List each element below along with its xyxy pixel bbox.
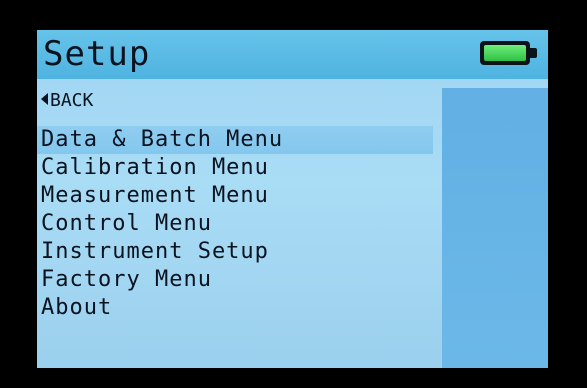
left-triangle-icon [41, 93, 48, 105]
menu-item-label: Factory Menu [41, 267, 212, 292]
menu-item-data-batch[interactable]: Data & Batch Menu [37, 126, 433, 154]
setup-menu: Data & Batch Menu Calibration Menu Measu… [37, 126, 442, 322]
battery-cap [530, 48, 537, 58]
menu-item-factory[interactable]: Factory Menu [37, 266, 442, 294]
side-panel [442, 88, 548, 368]
menu-item-label: Calibration Menu [41, 155, 269, 180]
menu-item-label: Control Menu [41, 211, 212, 236]
lcd-screen: Setup BACK Data & Batch Menu Calibration… [37, 30, 548, 368]
menu-item-about[interactable]: About [37, 294, 442, 322]
menu-item-label: About [41, 295, 113, 320]
device-frame: Setup BACK Data & Batch Menu Calibration… [0, 0, 587, 388]
battery-full-icon [480, 41, 538, 65]
menu-item-measurement[interactable]: Measurement Menu [37, 182, 442, 210]
back-label: BACK [50, 90, 94, 111]
menu-item-control[interactable]: Control Menu [37, 210, 442, 238]
menu-item-label: Data & Batch Menu [41, 127, 284, 152]
back-button[interactable]: BACK [41, 90, 93, 112]
menu-item-calibration[interactable]: Calibration Menu [37, 154, 442, 182]
screen-title: Setup [43, 34, 151, 74]
menu-item-label: Measurement Menu [41, 183, 269, 208]
title-bar: Setup [37, 30, 548, 79]
battery-body [480, 41, 530, 65]
battery-fill [484, 45, 526, 61]
menu-item-label: Instrument Setup [41, 239, 269, 264]
menu-item-instrument-setup[interactable]: Instrument Setup [37, 238, 442, 266]
